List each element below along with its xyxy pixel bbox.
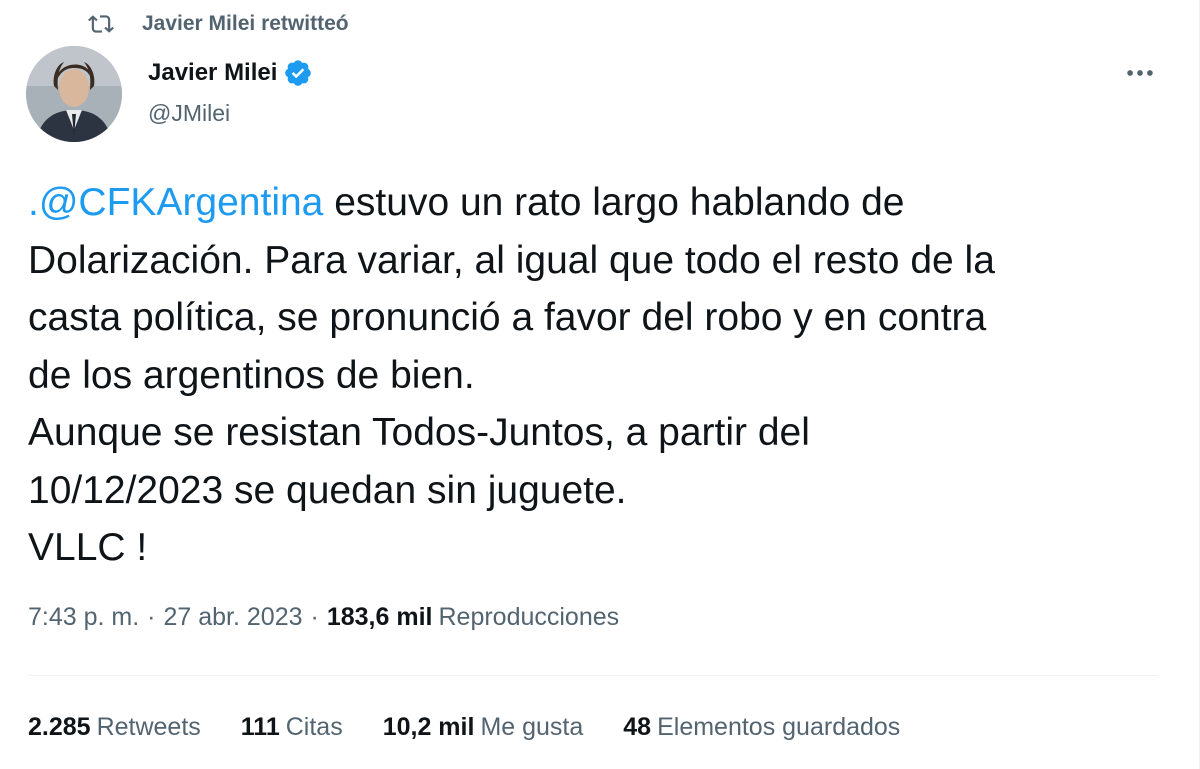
stat-label: Me gusta bbox=[480, 713, 584, 741]
author-handle[interactable]: @JMilei bbox=[148, 100, 313, 127]
views-count: 183,6 mil bbox=[326, 603, 433, 631]
tweet-text-body: estuvo un rato largo hablando de Dolariz… bbox=[28, 181, 995, 569]
stat-count: 48 bbox=[623, 713, 652, 741]
stat-label: Retweets bbox=[96, 713, 201, 741]
author-name[interactable]: Javier Milei bbox=[148, 59, 277, 87]
tweet-container: Javier Milei retwitteó Javier Milei @JMi… bbox=[0, 0, 1200, 769]
stat-count: 10,2 mil bbox=[382, 713, 475, 741]
engagement-stats: 2.285 Retweets 111 Citas 10,2 mil Me gusta … bbox=[28, 713, 940, 742]
stat-bookmarks[interactable]: 48 Elementos guardados bbox=[623, 713, 900, 742]
author-name-line[interactable]: Javier Milei bbox=[148, 56, 313, 90]
stat-label: Citas bbox=[285, 713, 343, 741]
meta-separator: · bbox=[310, 603, 319, 631]
tweet-time[interactable]: 7:43 p. m. bbox=[28, 603, 139, 632]
stat-likes[interactable]: 10,2 mil Me gusta bbox=[383, 713, 584, 742]
stat-quotes[interactable]: 111 Citas bbox=[241, 713, 343, 742]
retweet-context-label: Javier Milei retwitteó bbox=[142, 12, 349, 35]
tweet-date[interactable]: 27 abr. 2023 bbox=[164, 603, 303, 632]
stat-label: Elementos guardados bbox=[657, 713, 901, 741]
meta-separator: · bbox=[147, 603, 156, 631]
retweet-context[interactable]: Javier Milei retwitteó bbox=[88, 8, 349, 40]
stat-retweets[interactable]: 2.285 Retweets bbox=[28, 713, 201, 742]
retweet-icon bbox=[88, 15, 114, 33]
stat-count: 2.285 bbox=[28, 713, 91, 741]
more-options-icon bbox=[1127, 70, 1153, 76]
tweet-text: .@CFKArgentina estuvo un rato largo habl… bbox=[28, 174, 1178, 577]
stat-count: 111 bbox=[240, 713, 280, 741]
tweet-meta: 7:43 p. m. · 27 abr. 2023 · 183,6 mil Re… bbox=[28, 603, 619, 632]
mention-link[interactable]: .@CFKArgentina bbox=[28, 181, 323, 224]
author-block: Javier Milei @JMilei bbox=[148, 56, 313, 127]
more-options-button[interactable] bbox=[1118, 56, 1162, 90]
divider bbox=[28, 675, 1158, 676]
verified-badge-icon bbox=[285, 60, 312, 86]
avatar[interactable] bbox=[26, 46, 122, 142]
views-label: Reproducciones bbox=[438, 603, 620, 631]
